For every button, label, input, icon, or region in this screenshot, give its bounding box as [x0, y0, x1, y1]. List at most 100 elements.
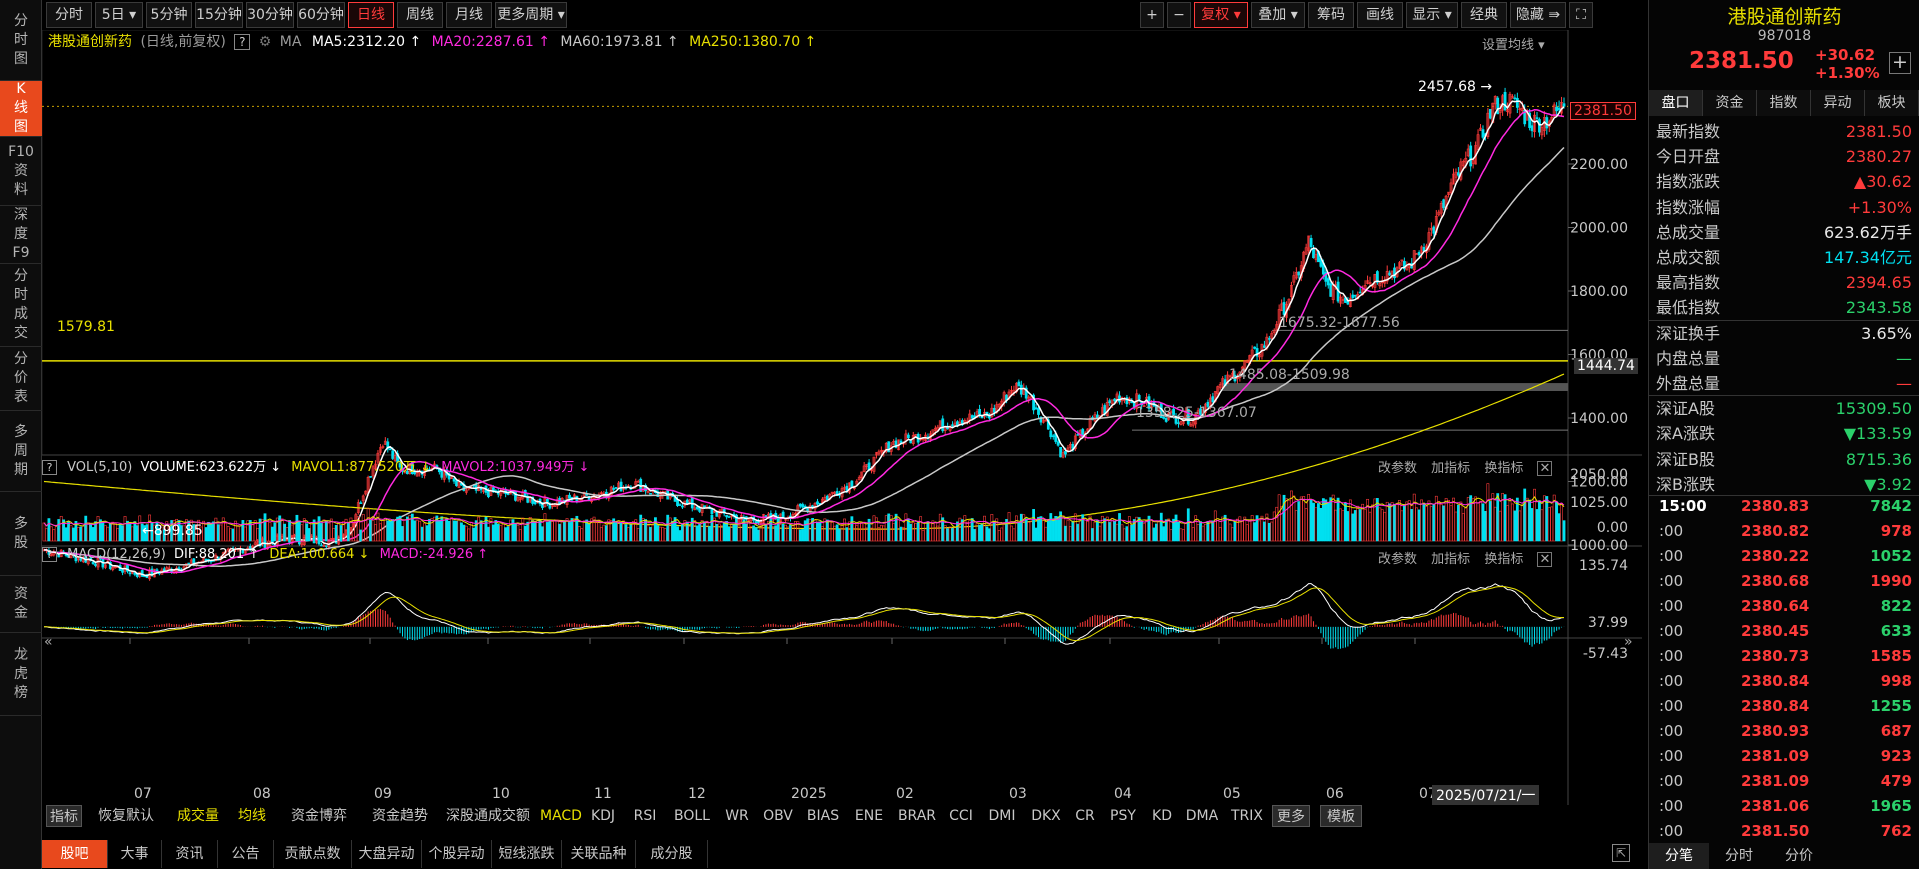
indicator-tab-3[interactable]: 均线	[230, 805, 274, 827]
tool-button-5[interactable]: 画线	[1357, 2, 1403, 28]
sidebar-item-6[interactable]: 多周期	[0, 411, 42, 492]
volume-bar	[774, 525, 778, 542]
kline-chart-area[interactable]: 1000.00 1200.00 1400.00 1600.00 1800.00 2000.…	[42, 30, 1642, 805]
indicator-tab-0[interactable]: 指标	[46, 805, 82, 827]
indicator-tab-20[interactable]: PSY	[1104, 805, 1142, 827]
indicator-tab-5[interactable]: 资金趋势	[364, 805, 436, 827]
macd-close-icon[interactable]: ✕	[1537, 552, 1553, 567]
tool-button-4[interactable]: 筹码	[1308, 2, 1354, 28]
tool-button-9[interactable]: ⛶	[1569, 2, 1593, 28]
tool-button-2[interactable]: 复权 ▾	[1194, 2, 1248, 28]
macd-help-icon[interactable]: ?	[42, 547, 57, 562]
ma-settings-button[interactable]: 设置均线 ▾	[1482, 34, 1545, 53]
sidebar-item-7[interactable]: 多股	[0, 492, 42, 576]
tool-button-6[interactable]: 显示 ▾	[1406, 2, 1458, 28]
tool-button-0[interactable]: +	[1140, 2, 1164, 28]
indicator-tab-25[interactable]: 模板	[1320, 805, 1362, 827]
vol-close-icon[interactable]: ✕	[1537, 461, 1553, 476]
bottom-tab-3[interactable]: 公告	[218, 840, 274, 868]
sidebar-item-1[interactable]: K线图	[0, 81, 42, 137]
quote-bottom-tab-0[interactable]: 分笔	[1649, 843, 1709, 869]
indicator-tab-15[interactable]: BRAR	[894, 805, 940, 827]
indicator-tab-1[interactable]: 恢复默认	[86, 805, 166, 827]
scroll-left-icon[interactable]: «	[44, 634, 53, 650]
indicator-tab-22[interactable]: DMA	[1182, 805, 1222, 827]
price-tick-label: 1400.00	[1570, 411, 1628, 427]
indicator-tab-18[interactable]: DKX	[1026, 805, 1066, 827]
sidebar-item-9[interactable]: 龙虎榜	[0, 633, 42, 716]
indicator-tab-6[interactable]: 深股通成交额	[440, 805, 536, 827]
tool-button-3[interactable]: 叠加 ▾	[1251, 2, 1305, 28]
sidebar-item-4[interactable]: 分时成交	[0, 264, 42, 347]
quote-tab-2[interactable]: 指数	[1757, 90, 1811, 116]
indicator-tab-2[interactable]: 成交量	[170, 805, 226, 827]
period-button-9[interactable]: 更多周期 ▾	[495, 2, 567, 28]
bottom-tab-4[interactable]: 贡献点数	[274, 840, 352, 868]
sidebar-item-2[interactable]: F10 资料	[0, 137, 42, 206]
indicator-tab-12[interactable]: OBV	[758, 805, 798, 827]
help-icon[interactable]: ?	[234, 34, 251, 50]
macd-switch-indicator-button[interactable]: 换指标	[1484, 552, 1523, 567]
tick-time: :00	[1659, 647, 1684, 665]
bottom-tab-8[interactable]: 关联品种	[562, 840, 636, 868]
indicator-tab-17[interactable]: DMI	[982, 805, 1022, 827]
add-watchlist-icon[interactable]: +	[1889, 52, 1911, 74]
sidebar-item-0[interactable]: 分时图	[0, 0, 42, 81]
expand-icon[interactable]: ⇱	[1612, 844, 1630, 862]
bottom-tab-7[interactable]: 短线涨跌	[492, 840, 562, 868]
kline-chart-svg[interactable]: 1000.001200.001400.001600.001800.002000.…	[42, 30, 1642, 805]
indicator-tab-9[interactable]: RSI	[626, 805, 664, 827]
period-button-0[interactable]: 分时	[46, 2, 92, 28]
period-button-8[interactable]: 月线	[446, 2, 492, 28]
period-button-1[interactable]: 5日 ▾	[95, 2, 143, 28]
macd-add-indicator-button[interactable]: 加指标	[1431, 552, 1470, 567]
indicator-tab-14[interactable]: ENE	[848, 805, 890, 827]
zone1-label: 1675.32-1677.56	[1279, 315, 1400, 331]
indicator-tab-13[interactable]: BIAS	[802, 805, 844, 827]
indicator-tab-10[interactable]: BOLL	[668, 805, 716, 827]
sidebar-item-3[interactable]: 深度 F9	[0, 206, 42, 264]
gear-icon[interactable]: ⚙	[259, 34, 272, 50]
period-button-6[interactable]: 日线	[348, 2, 394, 28]
macd-change-params-button[interactable]: 改参数	[1378, 552, 1417, 567]
quote-tab-0[interactable]: 盘口	[1649, 90, 1703, 116]
tool-button-8[interactable]: 隐藏 ⇛	[1510, 2, 1566, 28]
quote-tab-1[interactable]: 资金	[1703, 90, 1757, 116]
tool-button-7[interactable]: 经典	[1461, 2, 1507, 28]
vol-change-params-button[interactable]: 改参数	[1378, 461, 1417, 476]
period-button-3[interactable]: 15分钟	[195, 2, 243, 28]
period-button-2[interactable]: 5分钟	[146, 2, 192, 28]
period-button-7[interactable]: 周线	[397, 2, 443, 28]
bottom-tab-0[interactable]: 股吧	[42, 840, 108, 868]
sidebar-item-5[interactable]: 分价表	[0, 347, 42, 411]
indicator-tab-8[interactable]: KDJ	[584, 805, 622, 827]
bottom-tab-9[interactable]: 成分股	[636, 840, 708, 868]
vol-switch-indicator-button[interactable]: 换指标	[1484, 461, 1523, 476]
indicator-tab-16[interactable]: CCI	[944, 805, 978, 827]
period-button-5[interactable]: 60分钟	[297, 2, 345, 28]
vol-add-indicator-button[interactable]: 加指标	[1431, 461, 1470, 476]
indicator-tab-21[interactable]: KD	[1146, 805, 1178, 827]
sidebar-item-8[interactable]: 资金	[0, 576, 42, 633]
quote-bottom-tab-2[interactable]: 分价	[1769, 843, 1829, 869]
quote-tab-4[interactable]: 板块	[1865, 90, 1919, 116]
bottom-tab-6[interactable]: 个股异动	[422, 840, 492, 868]
indicator-tab-19[interactable]: CR	[1070, 805, 1100, 827]
macd-tick-label: 135.74	[1579, 558, 1628, 574]
volume-help-icon[interactable]: ?	[42, 460, 57, 475]
quote-tab-3[interactable]: 异动	[1811, 90, 1865, 116]
quote-bottom-tab-1[interactable]: 分时	[1709, 843, 1769, 869]
indicator-tab-11[interactable]: WR	[720, 805, 754, 827]
bottom-tab-1[interactable]: 大事	[108, 840, 162, 868]
period-button-4[interactable]: 30分钟	[246, 2, 294, 28]
indicator-tab-24[interactable]: 更多	[1272, 805, 1310, 827]
volume-bar	[295, 514, 299, 542]
indicator-tab-7[interactable]: MACD	[540, 805, 582, 827]
bottom-tab-2[interactable]: 资讯	[162, 840, 218, 868]
indicator-tab-23[interactable]: TRIX	[1226, 805, 1268, 827]
candle-body	[1309, 238, 1313, 248]
scroll-right-icon[interactable]: »	[1624, 634, 1633, 650]
bottom-tab-5[interactable]: 大盘异动	[352, 840, 422, 868]
tool-button-1[interactable]: −	[1167, 2, 1191, 28]
indicator-tab-4[interactable]: 资金博弈	[278, 805, 360, 827]
